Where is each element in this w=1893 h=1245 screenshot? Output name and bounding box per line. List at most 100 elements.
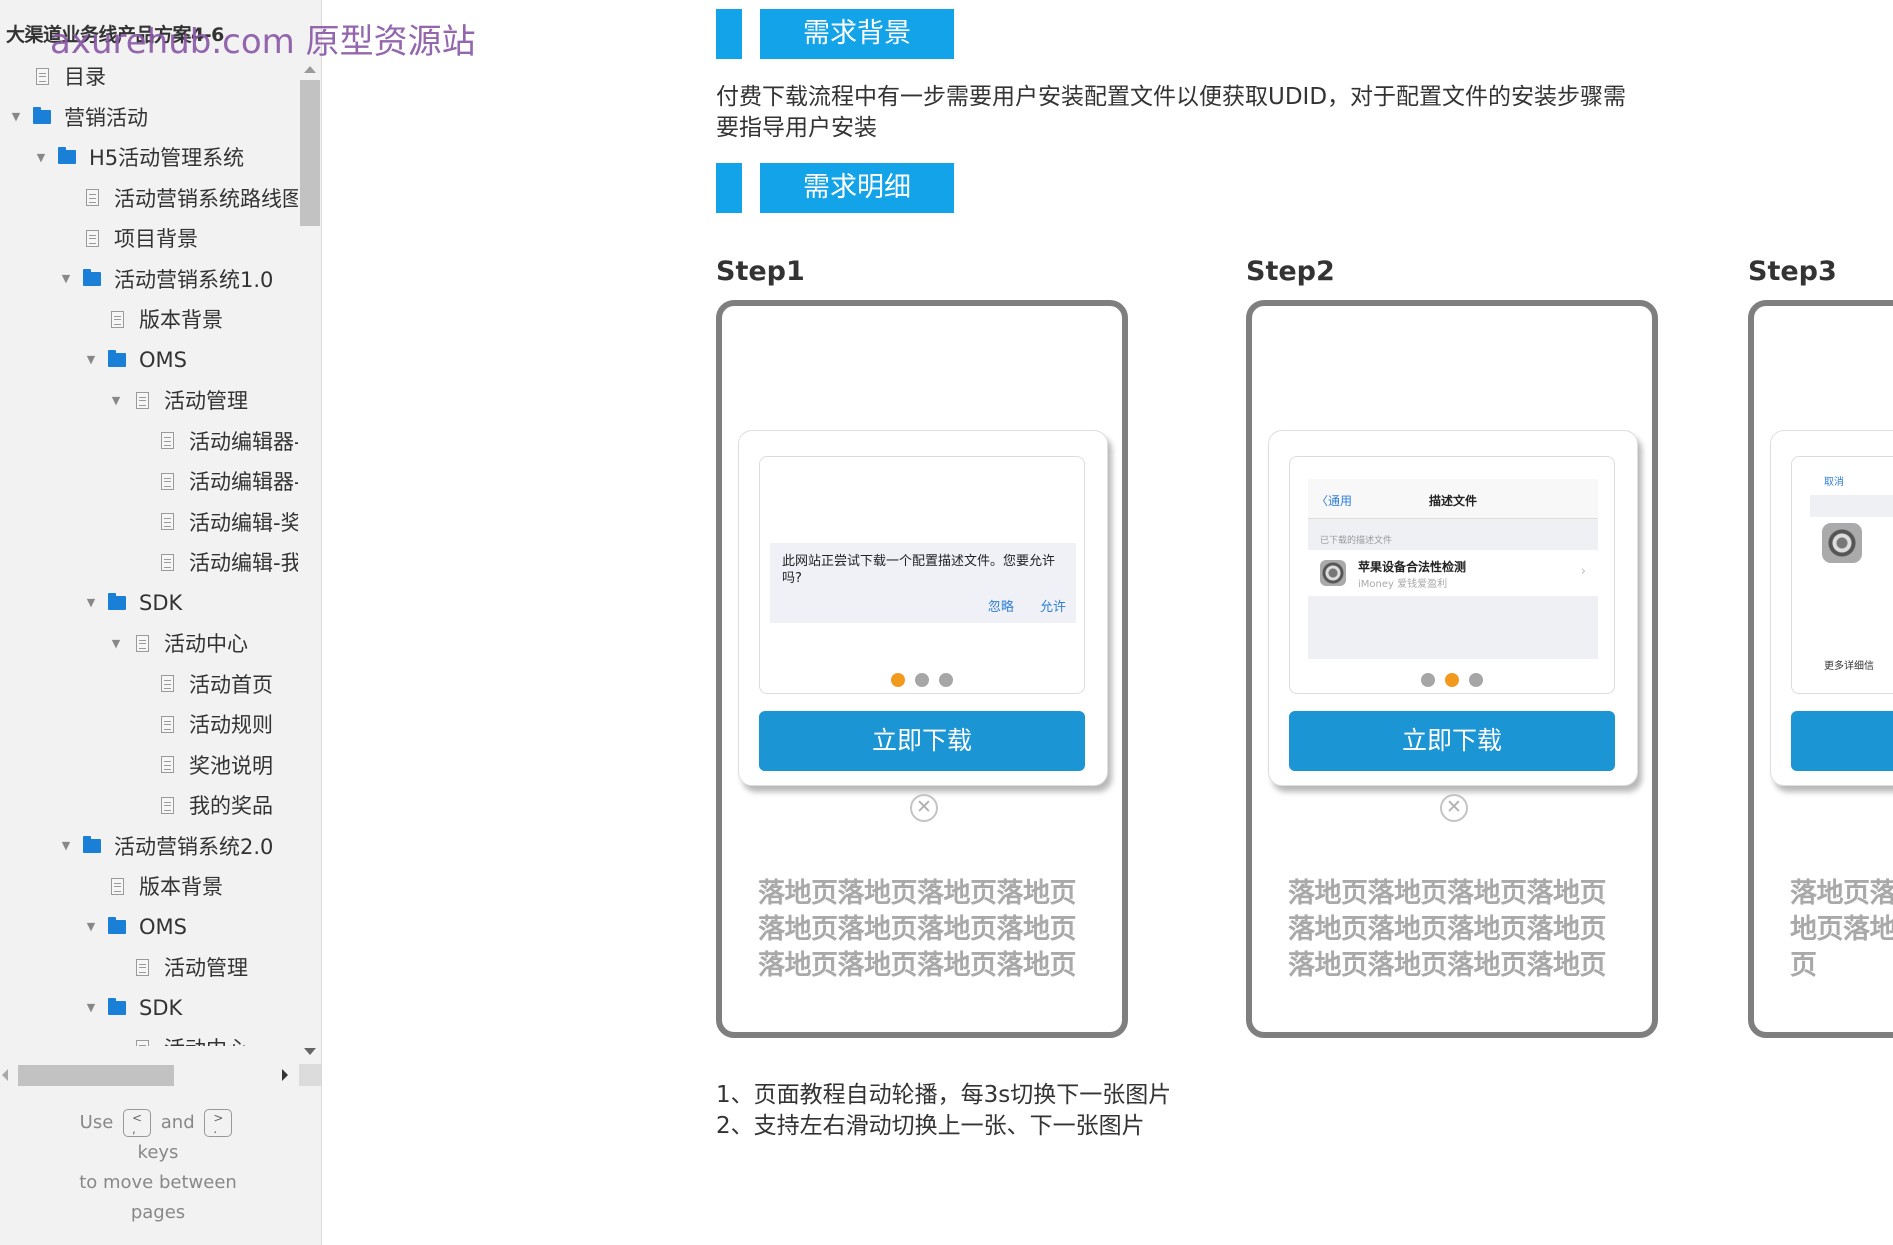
tree-item[interactable]: ▼ 活动营销系统1.0 bbox=[58, 259, 274, 299]
tree-item[interactable]: ▼活动编辑-我 bbox=[133, 542, 298, 582]
carousel-dots bbox=[760, 673, 1084, 687]
page-icon bbox=[157, 755, 177, 775]
tree-item[interactable]: ▼奖池说明 bbox=[133, 745, 273, 785]
download-now-button[interactable] bbox=[1791, 711, 1893, 771]
download-now-button[interactable]: 立即下载 bbox=[1289, 711, 1615, 771]
page-icon bbox=[132, 633, 152, 653]
tree-item[interactable]: ▼活动营销系统路线图 bbox=[58, 178, 298, 218]
tree-item-label: 奖池说明 bbox=[189, 753, 273, 778]
expand-arrow-icon[interactable]: ▼ bbox=[108, 394, 124, 407]
page-icon bbox=[32, 66, 52, 86]
hint-pages: pages bbox=[130, 1202, 186, 1223]
prev-key-icon: <, bbox=[123, 1109, 152, 1137]
tree-item-label: SDK bbox=[139, 995, 183, 1020]
tree-item[interactable]: ▼ OMS bbox=[83, 340, 187, 380]
download-guide-modal: 取消 更多详细信 bbox=[1770, 430, 1893, 786]
folder-icon bbox=[82, 268, 102, 289]
expand-arrow-icon[interactable]: ▼ bbox=[108, 637, 124, 650]
carousel-dot[interactable] bbox=[1421, 673, 1435, 687]
profile-row: 苹果设备合法性检测 iMoney 爱钱爱盈利 › bbox=[1308, 550, 1598, 596]
expand-arrow-icon[interactable]: ▼ bbox=[83, 920, 99, 933]
carousel-dot[interactable] bbox=[891, 673, 905, 687]
main-content: 需求背景 付费下载流程中有一步需要用户安装配置文件以便获取UDID，对于配置文件… bbox=[322, 0, 1893, 1245]
carousel-dot[interactable] bbox=[915, 673, 929, 687]
tree-item-label: 活动编辑-奖 bbox=[189, 510, 298, 535]
page-icon bbox=[157, 431, 177, 451]
alert-allow-button: 允许 bbox=[1039, 600, 1066, 615]
tree-item[interactable]: ▼ 活动营销系统2.0 bbox=[58, 826, 274, 866]
tree-item[interactable]: ▼ SDK bbox=[83, 988, 183, 1028]
tree-item[interactable]: ▼活动编辑-奖 bbox=[133, 502, 298, 542]
watermark: axurehub.com 原型资源站 bbox=[50, 22, 476, 62]
tree-item[interactable]: ▼活动编辑器- bbox=[133, 461, 298, 501]
tree-item-label: 活动编辑-我 bbox=[189, 551, 298, 575]
folder-icon bbox=[107, 916, 127, 937]
vertical-scroll-thumb[interactable] bbox=[300, 80, 320, 226]
landing-page-placeholder: 落地页落地页落地页落地页落地页落地页落地页落地页落地页落地页落地页落地页 bbox=[1288, 878, 1607, 981]
tutorial-screenshot[interactable]: 此网站正尝试下载一个配置描述文件。您要允许吗? 忽略 允许 bbox=[759, 456, 1085, 694]
close-icon[interactable]: ✕ bbox=[1440, 794, 1468, 822]
carousel-dot[interactable] bbox=[1445, 673, 1459, 687]
tree-item[interactable]: ▼ H5活动管理系统 bbox=[33, 137, 244, 177]
scroll-up-arrow-icon[interactable] bbox=[304, 66, 316, 73]
carousel-dot[interactable] bbox=[1469, 673, 1483, 687]
tutorial-screenshot[interactable]: 取消 更多详细信 bbox=[1791, 456, 1893, 694]
tree-item[interactable]: ▼ OMS bbox=[83, 907, 187, 947]
page-icon bbox=[157, 714, 177, 734]
expand-arrow-icon[interactable]: ▼ bbox=[83, 353, 99, 366]
tree-item-label: 活动管理 bbox=[164, 389, 248, 413]
vertical-scrollbar[interactable] bbox=[299, 60, 321, 1055]
tree-item[interactable]: ▼ 营销活动 bbox=[8, 97, 148, 137]
step-label: Step1 bbox=[716, 256, 805, 287]
tree-item[interactable]: ▼ 活动管理 bbox=[108, 380, 248, 420]
tree-item[interactable]: ▼活动规则 bbox=[133, 704, 273, 744]
page-icon bbox=[107, 309, 127, 329]
scroll-left-arrow-icon[interactable] bbox=[2, 1069, 8, 1081]
carousel-dot[interactable] bbox=[939, 673, 953, 687]
horizontal-scroll-thumb[interactable] bbox=[18, 1065, 174, 1086]
tree-item[interactable]: ▼活动首页 bbox=[133, 664, 273, 704]
expand-arrow-icon[interactable]: ▼ bbox=[8, 110, 24, 123]
scroll-down-arrow-icon[interactable] bbox=[304, 1048, 316, 1055]
tree-item[interactable]: ▼活动管理 bbox=[108, 947, 248, 987]
page-icon bbox=[82, 188, 102, 208]
note-item: 1、页面教程自动轮播，每3s切换下一张图片 bbox=[716, 1082, 1172, 1108]
expand-arrow-icon[interactable]: ▼ bbox=[83, 596, 99, 609]
download-now-button[interactable]: 立即下载 bbox=[759, 711, 1085, 771]
hint-and: and bbox=[160, 1112, 195, 1133]
tree-item[interactable]: ▼活动中心 bbox=[108, 623, 248, 663]
scroll-right-arrow-icon[interactable] bbox=[282, 1069, 288, 1081]
expand-arrow-icon[interactable]: ▼ bbox=[58, 839, 74, 852]
tree-item[interactable]: ▼版本背景 bbox=[83, 299, 223, 339]
expand-arrow-icon[interactable]: ▼ bbox=[83, 1001, 99, 1014]
tree-item[interactable]: ▼版本背景 bbox=[83, 866, 223, 906]
tree-item[interactable]: ▼活动中心 bbox=[108, 1028, 248, 1046]
ios-profile-settings: 〈通用 描述文件 已下载的描述文件 苹果设备合法性检测 iMoney 爱钱爱盈利… bbox=[1308, 479, 1598, 659]
close-icon[interactable]: ✕ bbox=[910, 794, 938, 822]
tutorial-screenshot[interactable]: 〈通用 描述文件 已下载的描述文件 苹果设备合法性检测 iMoney 爱钱爱盈利… bbox=[1289, 456, 1615, 694]
landing-page-placeholder: 落地页落地页落地页落地页落地页落地页落地页落地页落地页落地页落地页落地页 bbox=[758, 878, 1077, 981]
tree-item[interactable]: ▼项目背景 bbox=[58, 218, 198, 258]
ios-cancel-link: 取消 bbox=[1824, 477, 1844, 488]
page-icon bbox=[157, 512, 177, 532]
step-phone-frame: 〈通用 描述文件 已下载的描述文件 苹果设备合法性检测 iMoney 爱钱爱盈利… bbox=[1246, 300, 1658, 1038]
download-guide-modal: 〈通用 描述文件 已下载的描述文件 苹果设备合法性检测 iMoney 爱钱爱盈利… bbox=[1268, 430, 1638, 786]
tree-item-label: 活动编辑器- bbox=[189, 470, 298, 494]
page-tree: ▼目录▼营销活动▼H5活动管理系统▼活动营销系统路线图▼项目背景▼活动营销系统1… bbox=[0, 56, 298, 1046]
horizontal-scrollbar[interactable] bbox=[0, 1064, 322, 1086]
ios-nav-title: 描述文件 bbox=[1428, 494, 1477, 508]
tree-item[interactable]: ▼ SDK bbox=[83, 583, 183, 623]
expand-arrow-icon[interactable]: ▼ bbox=[58, 272, 74, 285]
alert-text: 此网站正尝试下载一个配置描述文件。您要允许吗? bbox=[782, 554, 1056, 586]
folder-icon bbox=[57, 147, 77, 167]
hint-keys: keys bbox=[137, 1142, 179, 1163]
tree-item-label: 活动管理 bbox=[164, 956, 248, 980]
tree-item[interactable]: ▼我的奖品 bbox=[133, 785, 273, 825]
folder-icon bbox=[107, 349, 127, 370]
tree-item-label: 版本背景 bbox=[139, 308, 223, 332]
tree-item[interactable]: ▼活动编辑器- bbox=[133, 421, 298, 461]
step-phone-frame: 此网站正尝试下载一个配置描述文件。您要允许吗? 忽略 允许 立即下载 ✕ 落地页… bbox=[716, 300, 1128, 1038]
expand-arrow-icon[interactable]: ▼ bbox=[33, 151, 49, 164]
carousel-dots bbox=[1290, 673, 1614, 687]
ios-section-caption: 已下载的描述文件 bbox=[1320, 536, 1393, 546]
